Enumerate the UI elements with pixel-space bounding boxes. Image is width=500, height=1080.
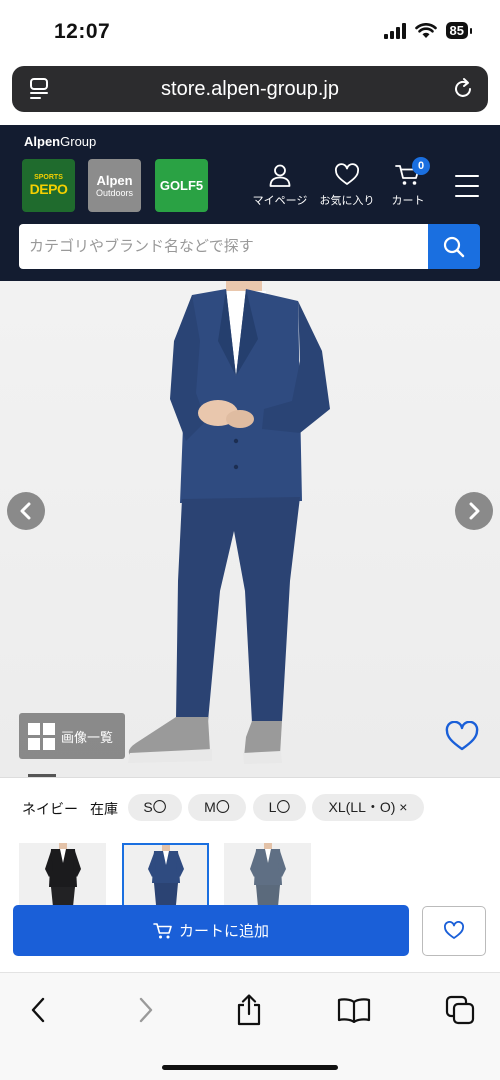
browser-forward-button[interactable] <box>126 993 166 1027</box>
address-bar[interactable]: store.alpen-group.jp <box>12 66 488 112</box>
favorite-heart-icon[interactable] <box>444 721 480 753</box>
store-header: AlpenGroup SPORTS DEPO Alpen Outdoors GO… <box>0 125 500 281</box>
book-icon <box>337 998 371 1023</box>
size-chip-m[interactable]: M〇 <box>188 794 246 821</box>
browser-tabs-button[interactable] <box>440 993 480 1027</box>
brand-tile-alpen-outdoors[interactable]: Alpen Outdoors <box>88 159 141 212</box>
carousel-prev-button[interactable] <box>7 492 45 530</box>
chevron-right-icon <box>139 997 153 1023</box>
heart-icon <box>444 921 464 939</box>
variant-thumbnail-image <box>45 843 81 907</box>
nav-mypage[interactable]: マイページ <box>249 163 311 208</box>
brand-tile-golf5[interactable]: GOLF5 <box>155 159 208 212</box>
status-bar: 12:07 85 <box>0 0 500 62</box>
size-chip-xl[interactable]: XL(LL・O) × <box>312 794 424 821</box>
browser-bookmarks-button[interactable] <box>334 993 374 1027</box>
variant-thumbnail-black[interactable] <box>19 843 106 907</box>
hamburger-menu-icon[interactable] <box>455 175 479 197</box>
add-to-favorites-button[interactable] <box>422 906 486 956</box>
nav-cart[interactable]: 0 カート <box>386 157 430 208</box>
alpen-group-logo[interactable]: AlpenGroup <box>24 134 96 149</box>
color-label: ネイビー <box>22 801 78 817</box>
search-button[interactable] <box>428 224 480 269</box>
search-icon <box>443 236 465 257</box>
variant-thumbnail-navy[interactable] <box>122 843 209 907</box>
share-icon <box>237 994 261 1026</box>
chevron-left-icon <box>31 997 45 1023</box>
status-time: 12:07 <box>54 20 111 43</box>
size-stock-row: ネイビー 在庫 S〇 M〇 L〇 XL(LL・O) × <box>0 793 500 823</box>
brand-tile-sports-depo[interactable]: SPORTS DEPO <box>22 159 75 212</box>
variant-thumbnail-image <box>250 843 286 907</box>
status-icons: 85 <box>383 22 473 39</box>
add-to-cart-label: カートに追加 <box>178 923 269 940</box>
search-input[interactable] <box>19 224 429 269</box>
grid-icon <box>28 722 55 750</box>
nav-favorites-label: お気に入り <box>319 195 375 207</box>
product-photo <box>128 281 330 764</box>
carousel-next-button[interactable] <box>455 492 493 530</box>
tabs-icon <box>445 995 475 1025</box>
stock-label: 在庫 <box>90 801 118 817</box>
product-image-carousel[interactable]: 画像一覧 <box>0 281 500 777</box>
url-text[interactable]: store.alpen-group.jp <box>12 78 488 101</box>
battery-icon: 85 <box>445 22 473 39</box>
divider <box>0 777 500 778</box>
nav-favorites[interactable]: お気に入り <box>315 163 379 208</box>
search-bar <box>19 224 480 269</box>
browser-back-button[interactable] <box>18 993 58 1027</box>
home-indicator <box>162 1065 338 1070</box>
variant-thumbnail-image <box>148 845 184 905</box>
nav-cart-label: カート <box>391 195 425 207</box>
cart-icon <box>153 922 172 938</box>
add-to-cart-button[interactable]: カートに追加 <box>13 905 409 956</box>
chevron-left-icon <box>20 502 31 520</box>
browser-share-button[interactable] <box>229 993 269 1027</box>
cart-count-badge: 0 <box>412 157 430 175</box>
size-chip-s[interactable]: S〇 <box>128 794 182 821</box>
nav-mypage-label: マイページ <box>252 195 308 207</box>
heart-icon <box>335 163 359 185</box>
image-list-label: 画像一覧 <box>61 729 114 745</box>
browser-toolbar <box>0 972 500 1080</box>
chevron-right-icon <box>469 502 480 520</box>
image-list-button[interactable]: 画像一覧 <box>19 713 125 759</box>
reload-icon[interactable] <box>452 77 474 101</box>
signal-icon <box>383 22 406 39</box>
size-chip-l[interactable]: L〇 <box>253 794 306 821</box>
wifi-icon <box>414 22 437 38</box>
user-icon <box>269 164 291 187</box>
variant-thumbnail-gray[interactable] <box>224 843 311 907</box>
